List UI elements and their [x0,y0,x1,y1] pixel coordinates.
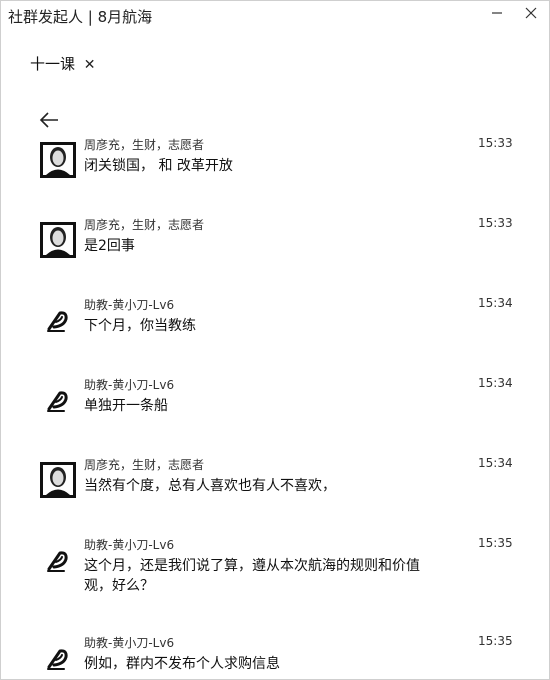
close-icon[interactable] [520,4,542,26]
message-text: 这个月，还是我们说了算，遵从本次航海的规则和价值观，好么？ [84,558,420,594]
logo-avatar[interactable] [40,382,76,418]
logo-avatar[interactable] [40,302,76,338]
tab-current-lesson[interactable]: 十一课 ✕ [30,53,96,74]
portrait-avatar[interactable] [40,462,76,498]
minimize-icon[interactable] [486,4,508,26]
title-bar: 社群发起人 | 8月航海 [0,0,550,34]
message-list[interactable]: 周彦充，生财，志愿者 15:33 闭关锁国， 和 改革开放 周彦充，生财，志愿者… [0,136,550,680]
sender-name: 周彦充，生财，志愿者 [84,138,205,152]
message-time: 15:35 [478,634,513,648]
message-time: 15:34 [478,296,513,310]
sender-name: 周彦充，生财，志愿者 [84,218,205,232]
logo-avatar[interactable] [40,542,76,578]
message-text: 单独开一条船 [84,398,168,414]
tab-close-icon[interactable]: ✕ [84,57,96,73]
message-time: 15:35 [478,536,513,550]
sender-name: 助教-黄小刀-Lv6 [84,538,175,552]
message-text: 当然有个度，总有人喜欢也有人不喜欢， [84,478,336,494]
message-time: 15:33 [478,216,513,230]
message-time: 15:34 [478,376,513,390]
logo-avatar[interactable] [40,640,76,676]
sender-name: 周彦充，生财，志愿者 [84,458,205,472]
portrait-avatar[interactable] [40,142,76,178]
tab-label: 十一课 [30,55,76,73]
back-arrow-icon[interactable] [36,108,64,132]
message-text: 是2回事 [84,238,135,254]
message-time: 15:33 [478,136,513,150]
sender-name: 助教-黄小刀-Lv6 [84,378,175,392]
window-title: 社群发起人 | 8月航海 [8,8,153,26]
sender-name: 助教-黄小刀-Lv6 [84,636,175,650]
portrait-avatar[interactable] [40,222,76,258]
message-text: 闭关锁国， 和 改革开放 [84,158,233,174]
message-text: 下个月，你当教练 [84,318,196,334]
sender-name: 助教-黄小刀-Lv6 [84,298,175,312]
message-text: 例如，群内不发布个人求购信息 [84,656,280,672]
message-time: 15:34 [478,456,513,470]
